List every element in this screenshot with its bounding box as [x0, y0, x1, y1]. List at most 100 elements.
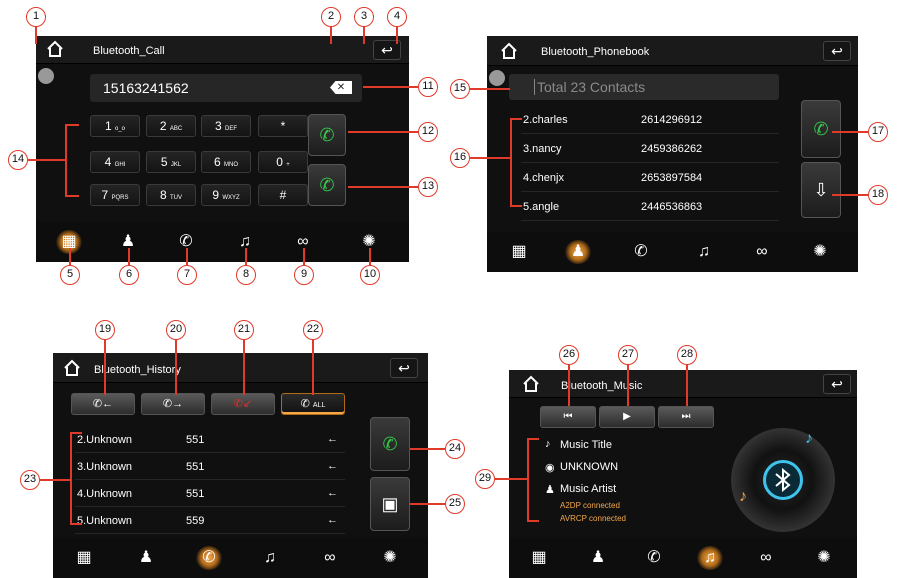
- nav-connect[interactable]: ∞: [753, 546, 779, 570]
- keypad-key[interactable]: *: [258, 115, 308, 137]
- nav-settings[interactable]: ✺: [811, 546, 837, 570]
- previous-track-button[interactable]: ⏮: [540, 406, 596, 428]
- home-icon[interactable]: [521, 374, 541, 399]
- callout-line: [303, 248, 305, 266]
- nav-connect[interactable]: ∞: [749, 240, 775, 264]
- nav-settings[interactable]: ✺: [377, 546, 403, 570]
- next-track-button[interactable]: ⏭: [658, 406, 714, 428]
- nav-calllog[interactable]: ✆: [196, 546, 222, 570]
- artist-name: Music Artist: [560, 483, 617, 495]
- caller-name: 3.Unknown: [77, 461, 133, 473]
- callout-24: 24: [445, 439, 465, 459]
- callout-line: [128, 248, 130, 266]
- keypad-key[interactable]: 6 MNO: [201, 151, 251, 173]
- callout-13: 13: [418, 177, 438, 197]
- callout-line: [70, 432, 82, 434]
- key-letters: PQRS: [111, 195, 129, 201]
- call-history-button[interactable]: ✆: [370, 417, 410, 471]
- a2dp-status: A2DP connected: [560, 501, 620, 510]
- nav-contacts[interactable]: ♟: [585, 546, 611, 570]
- callout-line: [627, 363, 629, 406]
- nav-settings[interactable]: ✺: [807, 240, 833, 264]
- history-row[interactable]: 2.Unknown 551 ←: [75, 429, 345, 453]
- nav-dialpad[interactable]: ▦: [71, 546, 97, 570]
- key-digit: 6: [213, 155, 221, 169]
- keypad-key[interactable]: 7 PQRS: [90, 184, 140, 206]
- key-letters: ABC: [169, 126, 183, 132]
- history-row[interactable]: 4.Unknown 551 ←: [75, 483, 345, 507]
- delete-history-button[interactable]: ▣: [370, 477, 410, 531]
- back-button[interactable]: ↩: [823, 41, 851, 61]
- callout-16: 16: [450, 148, 470, 168]
- back-button[interactable]: ↩: [390, 358, 418, 378]
- contacts-search[interactable]: Total 23 Contacts: [509, 74, 779, 100]
- callout-line: [369, 248, 371, 266]
- callout-26: 26: [559, 345, 579, 365]
- home-icon[interactable]: [499, 41, 519, 66]
- music-note-icon: ♪: [545, 438, 551, 450]
- search-caret: [534, 79, 535, 95]
- back-button[interactable]: ↩: [823, 374, 851, 394]
- missed-calls-tab[interactable]: ✆↙: [211, 393, 275, 415]
- backspace-icon[interactable]: ✕: [330, 81, 352, 94]
- callout-line: [186, 248, 188, 266]
- history-row[interactable]: 5.Unknown 559 ←: [75, 510, 345, 534]
- key-letters: DEF: [225, 126, 238, 132]
- callout-line: [35, 26, 37, 44]
- keypad-key[interactable]: 0 +: [258, 151, 308, 173]
- keypad-key[interactable]: 9 WXYZ: [201, 184, 251, 206]
- callout-27: 27: [618, 345, 638, 365]
- contact-row[interactable]: 3.nancy 2459386262: [521, 137, 779, 163]
- nav-contacts[interactable]: ♟: [565, 240, 591, 264]
- nav-dialpad[interactable]: ▦: [506, 240, 532, 264]
- album-name: UNKNOWN: [560, 461, 619, 473]
- key-digit: 7: [101, 188, 109, 202]
- callout-3: 3: [354, 7, 374, 27]
- home-icon[interactable]: [62, 358, 82, 383]
- key-letters: JKL: [170, 162, 182, 168]
- status-dot: [489, 70, 505, 86]
- outgoing-calls-tab[interactable]: ✆→: [141, 393, 205, 415]
- play-button[interactable]: ▶: [599, 406, 655, 428]
- keypad-key[interactable]: 3 DEF: [201, 115, 251, 137]
- keypad-key[interactable]: #: [258, 184, 308, 206]
- nav-music[interactable]: ♫: [697, 546, 723, 570]
- incoming-calls-tab[interactable]: ✆←: [71, 393, 135, 415]
- contact-row[interactable]: 5.angle 2446536863: [521, 195, 779, 221]
- callout-line: [527, 438, 529, 521]
- nav-music[interactable]: ♫: [691, 240, 717, 264]
- history-row[interactable]: 3.Unknown 551 ←: [75, 456, 345, 480]
- keypad-key[interactable]: 5 JKL: [146, 151, 196, 173]
- contact-row[interactable]: 2.charles 2614296912: [521, 108, 779, 134]
- all-calls-tab[interactable]: ✆ ALL: [281, 393, 345, 415]
- caller-number: 551: [186, 488, 205, 500]
- keypad-key[interactable]: 8 TUV: [146, 184, 196, 206]
- home-icon[interactable]: [45, 39, 65, 64]
- keypad-key[interactable]: 4 GHI: [90, 151, 140, 173]
- phonebook-titlebar: Bluetooth_Phonebook ↩: [487, 36, 858, 66]
- callout-line: [245, 248, 247, 266]
- callout-line: [70, 432, 72, 524]
- nav-music[interactable]: ♫: [257, 546, 283, 570]
- redial-button[interactable]: ✆: [308, 164, 346, 206]
- callout-line: [363, 86, 418, 88]
- download-contacts-button[interactable]: ⇩: [801, 162, 841, 218]
- nav-connect[interactable]: ∞: [317, 546, 343, 570]
- music-titlebar: Bluetooth_Music ↩: [509, 370, 857, 398]
- nav-dialpad[interactable]: ▦: [526, 546, 552, 570]
- bluetooth-icon: [763, 460, 803, 500]
- artist-icon: ♟: [545, 484, 555, 496]
- callout-1: 1: [26, 7, 46, 27]
- keypad-key[interactable]: 1 ᴏ_ᴏ: [90, 115, 140, 137]
- nav-contacts[interactable]: ♟: [133, 546, 159, 570]
- key-letters: WXYZ: [222, 195, 240, 201]
- keypad-key[interactable]: 2 ABC: [146, 115, 196, 137]
- nav-calllog[interactable]: ✆: [628, 240, 654, 264]
- callout-10: 10: [360, 265, 380, 285]
- callout-6: 6: [119, 265, 139, 285]
- call-contact-button[interactable]: ✆: [801, 100, 841, 158]
- callout-5: 5: [60, 265, 80, 285]
- call-button[interactable]: ✆: [308, 114, 346, 156]
- contact-row[interactable]: 4.chenjx 2653897584: [521, 166, 779, 192]
- nav-calllog[interactable]: ✆: [641, 546, 667, 570]
